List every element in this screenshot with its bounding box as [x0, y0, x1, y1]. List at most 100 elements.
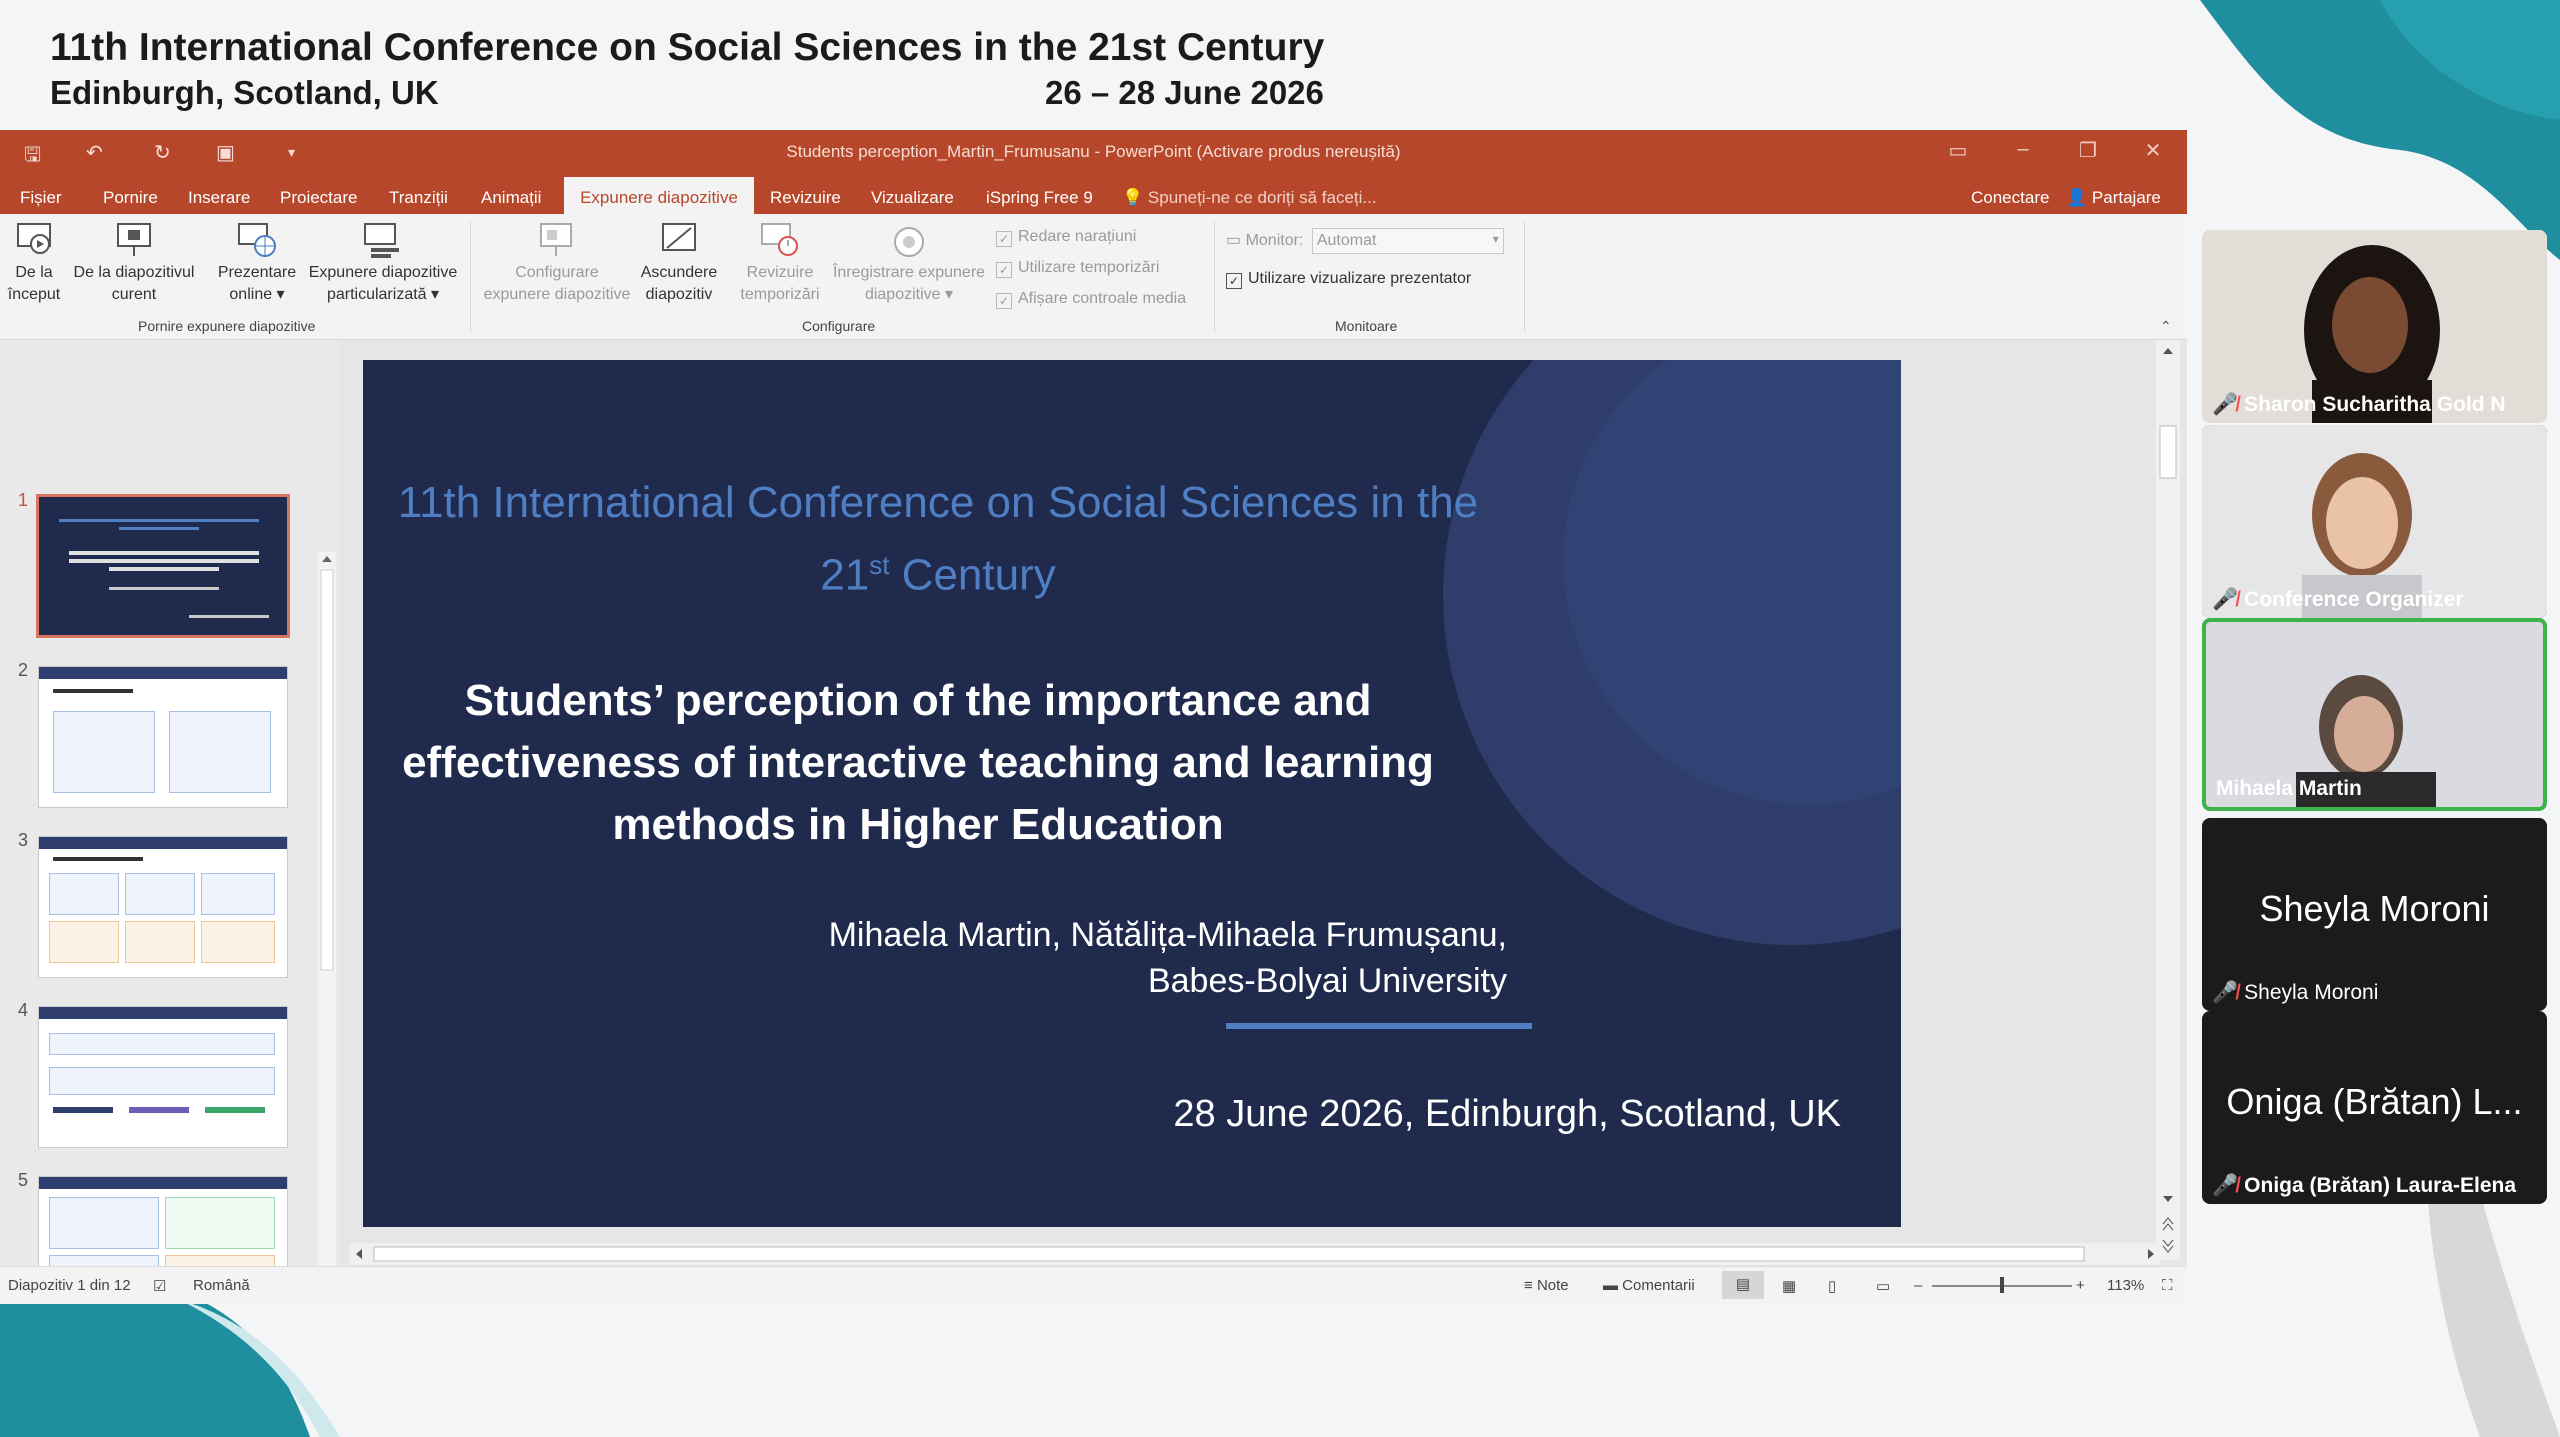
tab-ispring[interactable]: iSpring Free 9	[986, 188, 1093, 208]
setup-line1: Configurare	[515, 264, 599, 281]
ribbon-display-options-icon[interactable]: ▭	[1943, 138, 1973, 163]
reading-view-icon[interactable]: ▯	[1828, 1277, 1836, 1295]
monitor-icon: ▭	[1226, 232, 1242, 250]
conference-ordinal: st	[869, 550, 890, 580]
slide-thumbnail-4[interactable]	[38, 1006, 288, 1148]
slide-thumbnails-pane: 1 2 3 4 5	[0, 340, 340, 1266]
thumbnail-number: 3	[18, 830, 29, 850]
tab-transitions[interactable]: Tranziții	[389, 188, 448, 208]
participant-tile[interactable]: 🎤̸ Sharon Sucharitha Gold N	[2202, 230, 2547, 423]
language-indicator[interactable]: Română	[193, 1277, 250, 1294]
participant-name: 🎤̸ Oniga (Brătan) Laura-Elena	[2212, 1174, 2516, 1198]
record-slideshow-button[interactable]: Înregistrare expunere diapozitive ▾	[826, 220, 992, 306]
custom-slideshow-icon	[364, 223, 399, 258]
slide-horizontal-scrollbar[interactable]	[350, 1243, 2160, 1265]
present-online-button[interactable]: Prezentare online ▾	[210, 220, 304, 306]
participant-name-text: Sharon Sucharitha Gold N	[2244, 393, 2506, 416]
participant-tile[interactable]: Oniga (Brătan) L... 🎤̸ Oniga (Brătan) Lau…	[2202, 1011, 2547, 1204]
participant-tile[interactable]: Sheyla Moroni 🎤̸ Sheyla Moroni	[2202, 818, 2547, 1011]
participant-name: 🎤̸ Conference Organizer	[2212, 588, 2464, 612]
collapse-ribbon-icon[interactable]: ⌃	[2160, 318, 2172, 335]
title-line3: methods in Higher Education	[612, 800, 1224, 849]
tab-animations[interactable]: Animații	[481, 188, 541, 208]
tab-slide-show[interactable]: Expunere diapozitive	[564, 177, 754, 214]
rehearse-timings-button[interactable]: Revizuire temporizări	[730, 220, 830, 306]
tab-home[interactable]: Pornire	[103, 188, 158, 208]
play-narrations-checkbox[interactable]: ✓ Redare narațiuni	[996, 228, 1136, 247]
setup-slideshow-icon	[540, 223, 572, 256]
thumbnail-number: 4	[18, 1000, 29, 1020]
checkbox-icon: ✓	[996, 293, 1012, 309]
tab-design[interactable]: Proiectare	[280, 188, 357, 208]
from-current-slide-button[interactable]: De la diapozitivul curent	[64, 220, 204, 306]
checkbox-icon: ✓	[996, 231, 1012, 247]
slide-title: Students’ perception of the importance a…	[363, 670, 1473, 856]
comments-button[interactable]: ▬ Comentarii	[1603, 1277, 1695, 1294]
from-start-line1: De la	[15, 264, 53, 281]
restore-icon[interactable]: ❐	[2073, 138, 2103, 163]
use-timings-checkbox[interactable]: ✓ Utilizare temporizări	[996, 259, 1159, 278]
custom-line1: Expunere diapozitive	[308, 264, 458, 281]
participant-tile-active-speaker[interactable]: Mihaela Martin	[2202, 618, 2547, 811]
slide-vertical-scrollbar[interactable]	[2156, 340, 2180, 1260]
comment-icon: ▬	[1603, 1277, 1618, 1294]
sign-in-link[interactable]: Conectare	[1971, 188, 2049, 208]
slide-authors: Mihaela Martin, Nătălița-Mihaela Frumușa…	[829, 912, 1507, 1004]
custom-slideshow-button[interactable]: Expunere diapozitive particularizată ▾	[300, 220, 466, 306]
share-button[interactable]: 👤 Partajare	[2066, 188, 2161, 208]
participant-name: Mihaela Martin	[2216, 777, 2362, 801]
normal-view-icon[interactable]: ▤	[1722, 1271, 1764, 1299]
notes-button[interactable]: ≡ Note	[1524, 1277, 1569, 1294]
slide-sorter-icon[interactable]: ▦	[1782, 1277, 1796, 1295]
tab-insert[interactable]: Inserare	[188, 188, 250, 208]
from-beginning-button[interactable]: De la început	[2, 220, 66, 306]
tell-me-box[interactable]: 💡 Spuneți-ne ce doriți să faceți...	[1122, 188, 1377, 208]
comments-label: Comentarii	[1622, 1277, 1695, 1294]
mic-off-icon: 🎤̸	[2212, 588, 2239, 611]
setup-slideshow-button[interactable]: Configurare expunere diapozitive	[474, 220, 640, 306]
globe-presentation-icon	[238, 223, 276, 257]
participant-display-name: Oniga (Brătan) L...	[2226, 1081, 2523, 1122]
tab-review[interactable]: Revizuire	[770, 188, 841, 208]
slide-thumbnail-3[interactable]	[38, 836, 288, 978]
slideshow-view-icon[interactable]: ▭	[1876, 1277, 1890, 1295]
fit-to-window-icon[interactable]: ⛶	[2162, 1277, 2173, 1294]
zoom-in-icon[interactable]: +	[2076, 1277, 2085, 1294]
slide-thumbnail-1[interactable]	[36, 494, 290, 638]
play-narrations-label: Redare narațiuni	[1018, 228, 1137, 245]
slide-thumbnail-2[interactable]	[38, 666, 288, 808]
group-separator	[1214, 222, 1215, 332]
monitor-selector[interactable]: ▭ Monitor: Automat ▾	[1226, 228, 1504, 254]
hide-slide-icon	[662, 223, 696, 251]
mic-off-icon: 🎤̸	[2212, 981, 2239, 1004]
current-slide[interactable]: 11th International Conference on Social …	[363, 360, 1901, 1227]
participant-display-name: Sheyla Moroni	[2259, 888, 2490, 929]
slide-thumbnail-5[interactable]	[38, 1176, 288, 1266]
presenter-view-checkbox[interactable]: ✓ Utilizare vizualizare prezentator	[1226, 270, 1471, 289]
minimize-icon[interactable]: –	[2008, 138, 2038, 161]
participant-name-text: Oniga (Brătan) Laura-Elena	[2244, 1174, 2517, 1197]
participant-tile[interactable]: 🎤̸ Conference Organizer	[2202, 425, 2547, 618]
zoom-out-icon[interactable]: –	[1914, 1277, 1922, 1294]
mic-off-icon: 🎤̸	[2212, 1174, 2239, 1197]
spellcheck-icon[interactable]: ☑	[153, 1277, 166, 1295]
group-separator	[1524, 222, 1525, 332]
zoom-slider-thumb[interactable]	[2000, 1277, 2004, 1293]
thumbnail-scrollbar[interactable]	[318, 552, 336, 1266]
close-icon[interactable]: ✕	[2138, 138, 2168, 163]
title-line1: Students’ perception of the importance a…	[464, 676, 1372, 725]
hide-line2: diapozitiv	[645, 286, 713, 303]
slideshow-start-icon	[17, 223, 51, 254]
tell-me-text: Spuneți-ne ce doriți să faceți...	[1147, 188, 1377, 207]
ribbon: De la început De la diapozitivul curent Pr…	[0, 214, 2187, 340]
from-current-line2: curent	[111, 286, 157, 303]
monitor-dropdown[interactable]: Automat ▾	[1311, 228, 1504, 254]
zoom-level[interactable]: 113%	[2107, 1277, 2144, 1294]
hide-slide-button[interactable]: Ascundere diapozitiv	[636, 220, 722, 306]
notes-label: Note	[1536, 1277, 1569, 1294]
presenter-view-label: Utilizare vizualizare prezentator	[1248, 270, 1472, 287]
ribbon-tabs: Fișier Pornire Inserare Proiectare Tranz…	[0, 176, 2187, 214]
tab-file[interactable]: Fișier	[20, 188, 62, 208]
tab-view[interactable]: Vizualizare	[871, 188, 954, 208]
show-media-controls-checkbox[interactable]: ✓ Afișare controale media	[996, 290, 1186, 309]
